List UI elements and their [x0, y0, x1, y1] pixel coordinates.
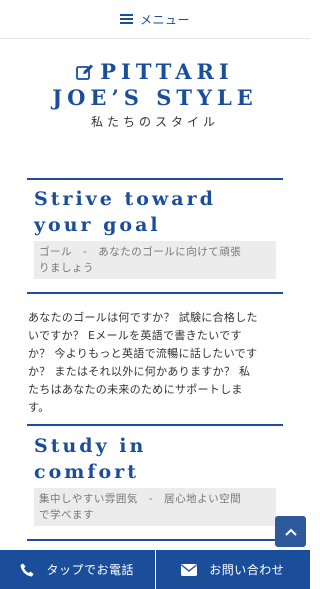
logo-text-line2: JOE’S STYLE: [52, 85, 258, 110]
section-subtitle-line2: りましょう: [39, 262, 94, 274]
paragraph-line: たちはあなたの未来のためにサポートしま: [28, 383, 243, 396]
paragraph-line: あなたのゴールは何ですか？ 試験に合格した: [28, 311, 258, 324]
menu-bar[interactable]: メニュー: [0, 0, 310, 39]
call-button-label: タップでお電話: [46, 563, 134, 577]
chevron-up-icon: [284, 528, 297, 536]
section-title: Study in comfort: [34, 433, 284, 485]
bottom-action-bar: タップでお電話 お問い合わせ: [0, 550, 310, 589]
paragraph-line: か？ 今よりもっと英語で流暢に話したいです: [28, 347, 258, 360]
site-logo[interactable]: PITTARI JOE’S STYLE 私たちのスタイル: [0, 59, 310, 130]
menu-label: メニュー: [139, 12, 190, 27]
intro-paragraph: あなたのゴールは何ですか？ 試験に合格した いですか？ Eメールを英語で書きたい…: [28, 309, 284, 417]
section-subtitle-line2: で学べます: [39, 509, 94, 521]
logo-tagline: 私たちのスタイル: [90, 115, 219, 129]
hamburger-icon: [119, 14, 133, 24]
section-divider: [27, 539, 283, 541]
envelope-icon: [181, 563, 198, 576]
section-subtitle: 集中しやすい雰囲気 - 居心地よい空間 で学べます: [34, 488, 276, 526]
contact-button-label: お問い合わせ: [209, 563, 285, 577]
scroll-to-top-button[interactable]: [275, 516, 306, 547]
section-subtitle-line1: ゴール - あなたのゴールに向けて頑張: [39, 246, 242, 258]
logo-text-line1: PITTARI: [100, 59, 234, 84]
contact-button[interactable]: お問い合わせ: [156, 550, 311, 589]
paragraph-line: す。: [28, 401, 50, 414]
section-subtitle: ゴール - あなたのゴールに向けて頑張 りましょう: [34, 241, 276, 279]
call-button[interactable]: タップでお電話: [0, 550, 156, 589]
section-title-line1: Study in: [34, 435, 147, 457]
section-title-line2: your goal: [34, 214, 161, 236]
section-divider: [27, 292, 283, 294]
section-title: Strive toward your goal: [34, 186, 284, 238]
section-divider: [27, 424, 283, 426]
paragraph-line: か？ またはそれ以外に何かありますか？ 私: [28, 365, 251, 378]
section-title-line1: Strive toward: [34, 188, 216, 210]
section-divider: [27, 178, 283, 180]
section-title-line2: comfort: [34, 461, 139, 483]
phone-icon: [20, 563, 34, 576]
edit-icon: [76, 64, 94, 80]
section-subtitle-line1: 集中しやすい雰囲気 - 居心地よい空間: [39, 493, 242, 505]
paragraph-line: いですか？ Eメールを英語で書きたいです: [28, 329, 242, 342]
